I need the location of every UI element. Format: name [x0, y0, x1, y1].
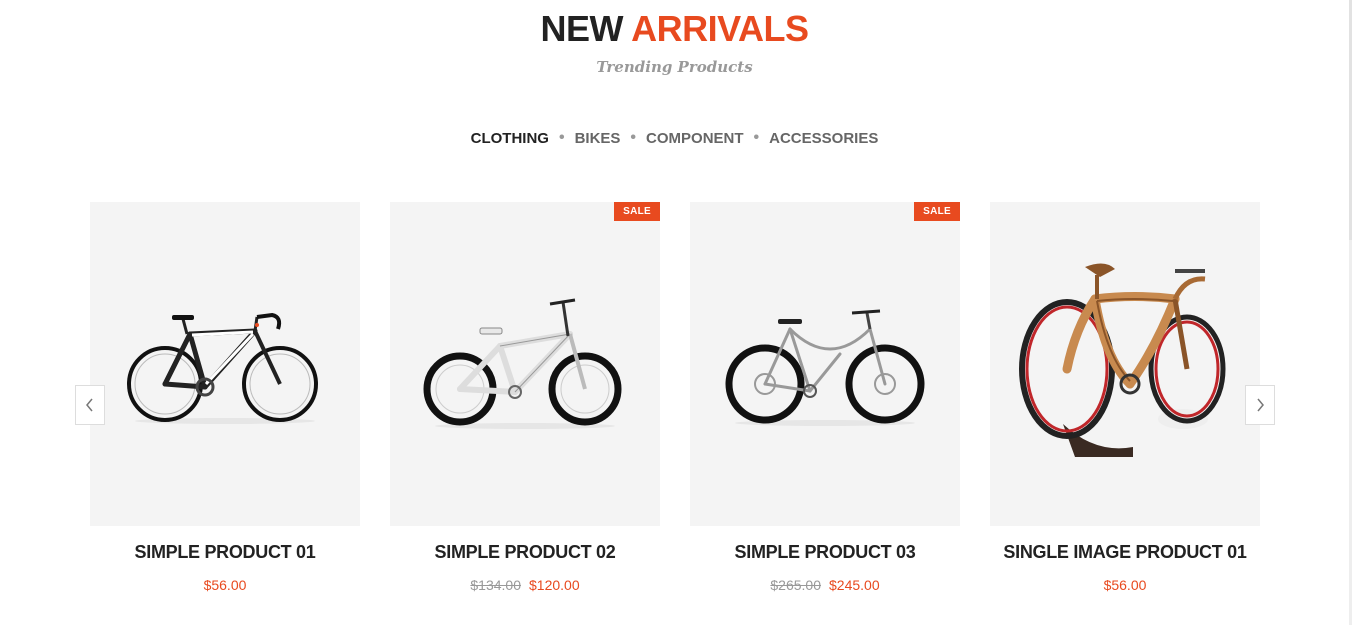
product-card: SALE SIMPLE PRODUCT 02 $134.00 $120.00 — [390, 202, 660, 593]
city-bike-icon — [725, 309, 925, 426]
tab-component[interactable]: COMPONENT — [646, 130, 744, 147]
tab-clothing[interactable]: CLOTHING — [471, 130, 549, 147]
product-name[interactable]: SIMPLE PRODUCT 01 — [90, 542, 360, 563]
carousel-next-button[interactable] — [1245, 385, 1275, 425]
sale-badge: SALE — [614, 202, 660, 221]
product-price: $120.00 — [529, 577, 580, 593]
product-price: $56.00 — [1103, 577, 1147, 593]
product-price-row: $265.00 $245.00 — [690, 577, 960, 593]
tab-accessories[interactable]: ACCESSORIES — [769, 130, 878, 147]
tab-separator: • — [558, 129, 565, 146]
product-name[interactable]: SIMPLE PRODUCT 02 — [390, 542, 660, 563]
product-name[interactable]: SINGLE IMAGE PRODUCT 01 — [990, 542, 1260, 563]
tab-separator: • — [753, 129, 760, 146]
product-image[interactable] — [90, 202, 360, 526]
title-accent: ARRIVALS — [631, 8, 809, 49]
title-plain: NEW — [540, 8, 623, 49]
category-tabs: CLOTHING • BIKES • COMPONENT • ACCESSORI… — [0, 129, 1349, 147]
product-image[interactable]: SALE — [690, 202, 960, 526]
product-card: SALE SIMPLE PRODUCT 03 $265.00 $245.00 — [690, 202, 960, 593]
sale-badge: SALE — [914, 202, 960, 221]
tab-bikes[interactable]: BIKES — [575, 130, 621, 147]
section-subtitle: Trending Products — [596, 58, 753, 76]
wooden-bike-icon — [1019, 263, 1226, 457]
product-image[interactable]: SALE — [390, 202, 660, 526]
chevron-left-icon — [86, 398, 93, 412]
product-card: SINGLE IMAGE PRODUCT 01 $56.00 — [990, 202, 1260, 593]
product-price-row: $56.00 — [990, 577, 1260, 593]
product-old-price: $265.00 — [770, 577, 821, 593]
road-bike-icon — [127, 312, 318, 424]
section-title: NEW ARRIVALS — [0, 8, 1349, 50]
product-card: SIMPLE PRODUCT 01 $56.00 — [90, 202, 360, 593]
product-image[interactable] — [990, 202, 1260, 526]
product-price-row: $134.00 $120.00 — [390, 577, 660, 593]
chevron-right-icon — [1257, 398, 1264, 412]
product-price-row: $56.00 — [90, 577, 360, 593]
product-price: $56.00 — [203, 577, 247, 593]
product-name[interactable]: SIMPLE PRODUCT 03 — [690, 542, 960, 563]
carousel-prev-button[interactable] — [75, 385, 105, 425]
product-old-price: $134.00 — [470, 577, 521, 593]
tab-separator: • — [630, 129, 637, 146]
product-price: $245.00 — [829, 577, 880, 593]
bmx-bike-icon — [423, 298, 622, 429]
